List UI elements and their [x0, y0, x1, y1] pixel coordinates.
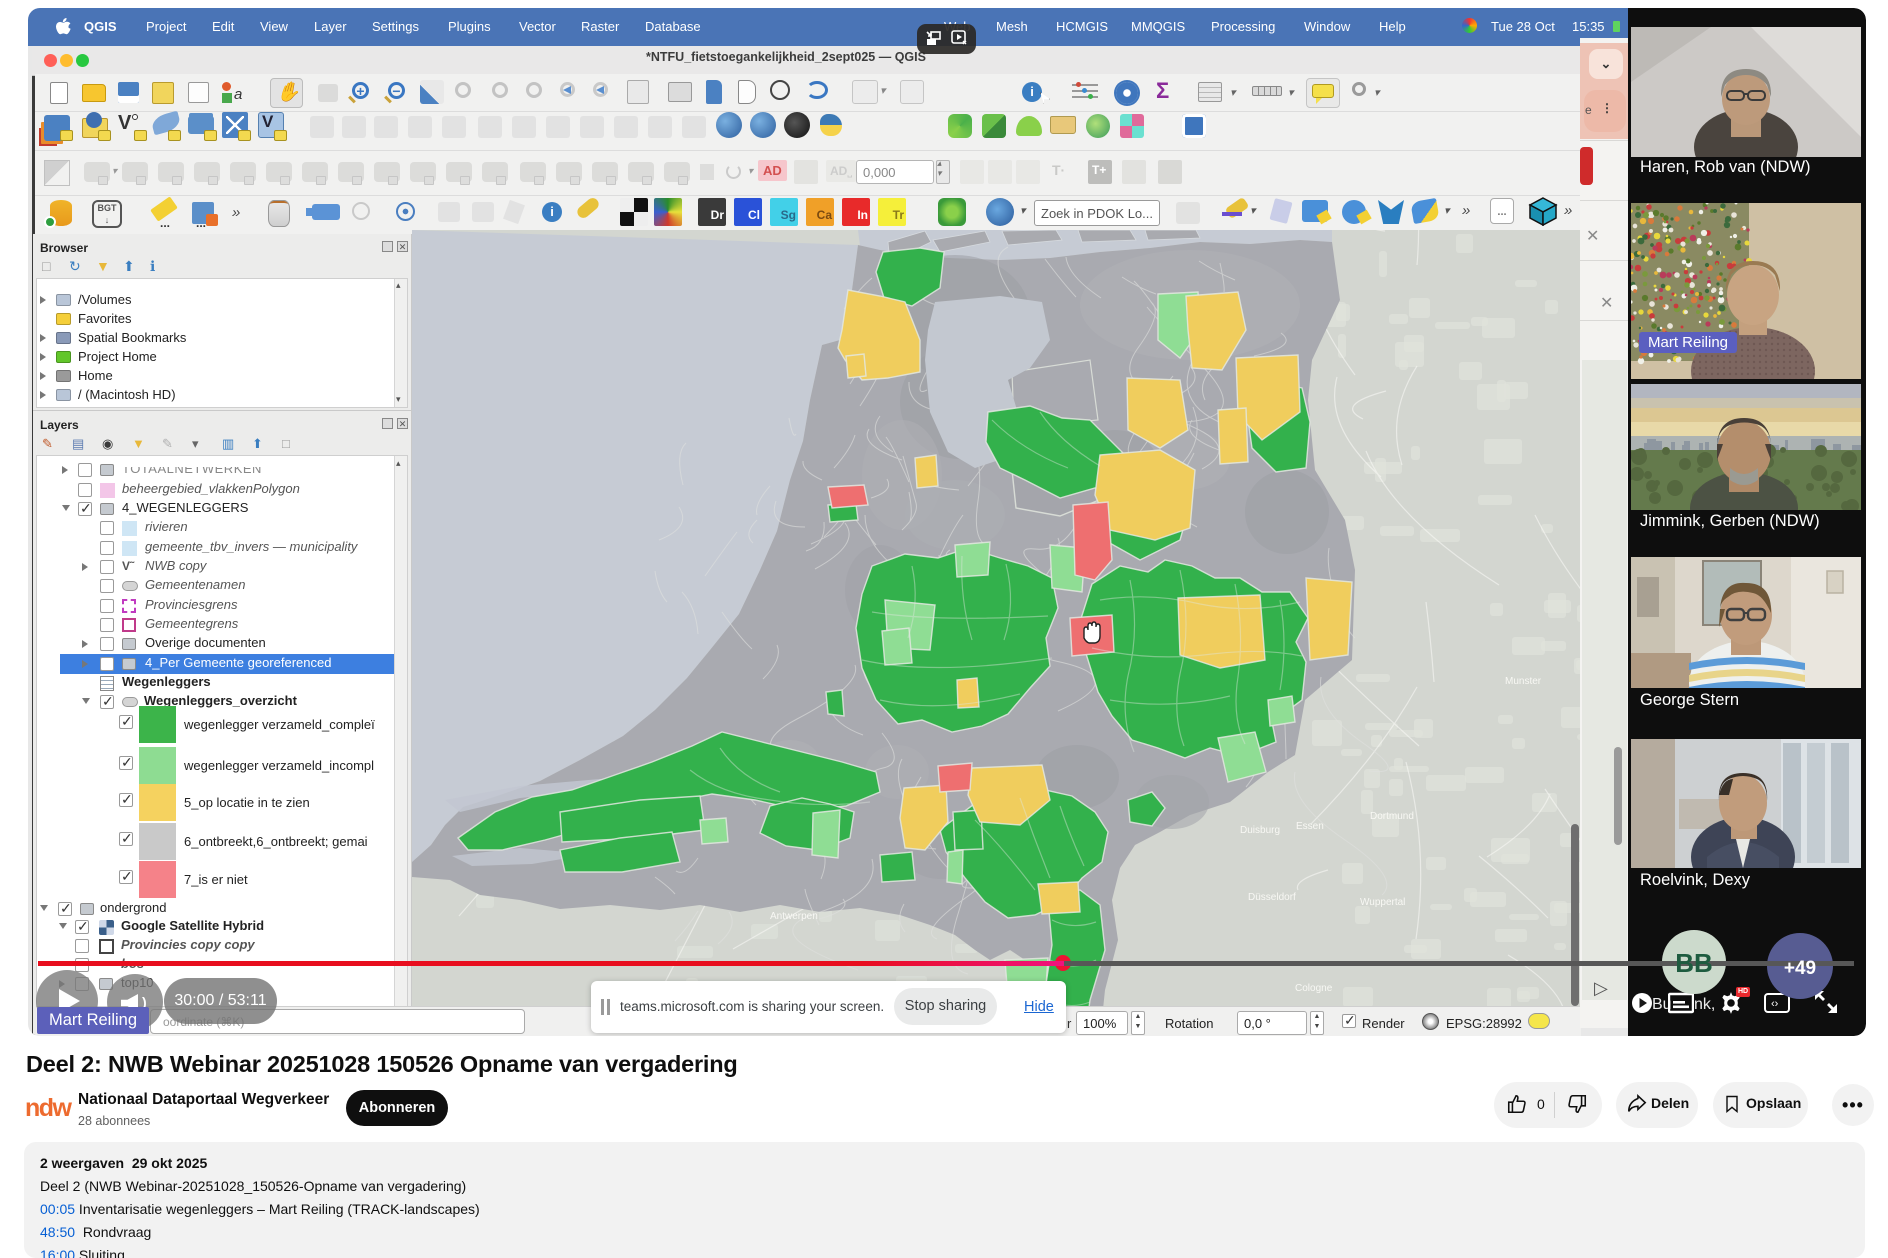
svg-text:Duisburg: Duisburg [1240, 825, 1280, 836]
svg-text:Cologne: Cologne [1295, 983, 1333, 994]
svg-text:‹›: ‹› [1771, 998, 1779, 1010]
svg-text:Dortmund: Dortmund [1370, 811, 1414, 822]
svg-text:Düsseldorf: Düsseldorf [1248, 892, 1296, 903]
svg-text:Wuppertal: Wuppertal [1360, 897, 1405, 908]
svg-text:Munster: Munster [1505, 676, 1542, 687]
svg-text:Essen: Essen [1296, 821, 1324, 832]
svg-text:Antwerpen: Antwerpen [770, 911, 818, 922]
